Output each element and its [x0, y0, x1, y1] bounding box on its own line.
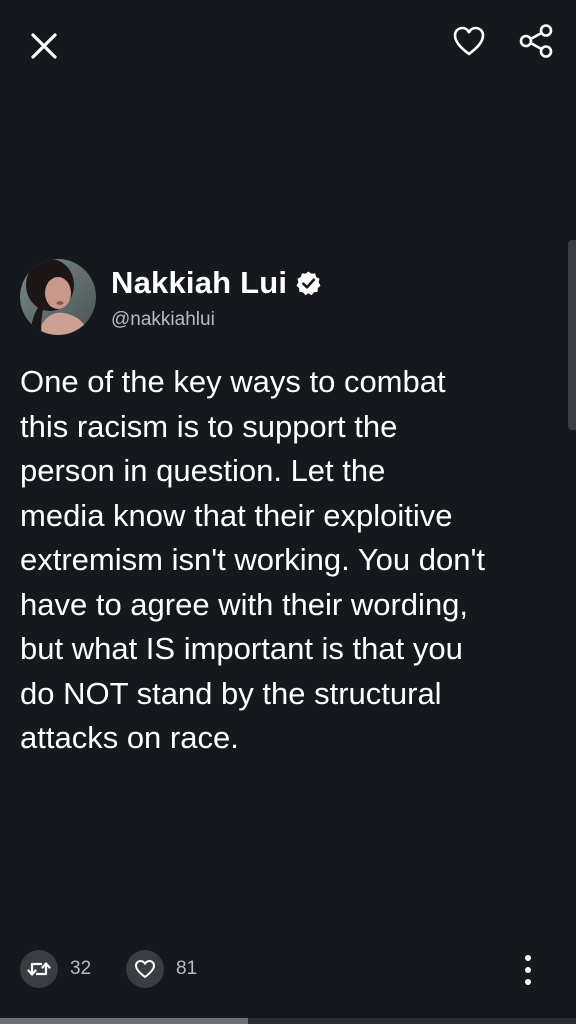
- author-info: Nakkiah Lui @nakkiahlui: [111, 263, 322, 331]
- more-vertical-icon: [525, 955, 531, 985]
- scroll-indicator[interactable]: [568, 240, 576, 430]
- retweet-icon: [27, 962, 51, 976]
- like-button[interactable]: [448, 20, 490, 62]
- tweet-author: Nakkiah Lui @nakkiahlui: [20, 259, 322, 335]
- like-count: 81: [176, 958, 198, 979]
- more-options-button[interactable]: [516, 950, 540, 990]
- author-name[interactable]: Nakkiah Lui: [111, 265, 287, 301]
- author-name-row: Nakkiah Lui: [111, 265, 322, 301]
- like-action-button[interactable]: 81: [126, 950, 197, 988]
- tweet-text: One of the key ways to combat this racis…: [20, 364, 485, 755]
- bottom-progress-bar: [0, 1018, 576, 1024]
- heart-outline-icon: [453, 26, 485, 56]
- retweet-count: 32: [70, 958, 92, 979]
- like-icon-circle: [126, 950, 164, 988]
- retweet-button[interactable]: 32: [20, 950, 91, 988]
- author-handle[interactable]: @nakkiahlui: [111, 309, 322, 331]
- avatar-photo: [20, 259, 96, 335]
- tweet-viewer-screen: Nakkiah Lui @nakkiahlui One of the key w…: [0, 0, 576, 1024]
- avatar[interactable]: [20, 259, 96, 335]
- heart-icon: [135, 960, 155, 978]
- bottom-progress-fill: [0, 1018, 248, 1024]
- close-icon: [31, 33, 57, 59]
- verified-badge-icon: [295, 270, 322, 297]
- close-button[interactable]: [22, 24, 66, 68]
- tweet-actions: 32 81: [0, 950, 576, 994]
- share-button[interactable]: [514, 20, 558, 62]
- share-icon: [519, 24, 553, 58]
- retweet-icon-circle: [20, 950, 58, 988]
